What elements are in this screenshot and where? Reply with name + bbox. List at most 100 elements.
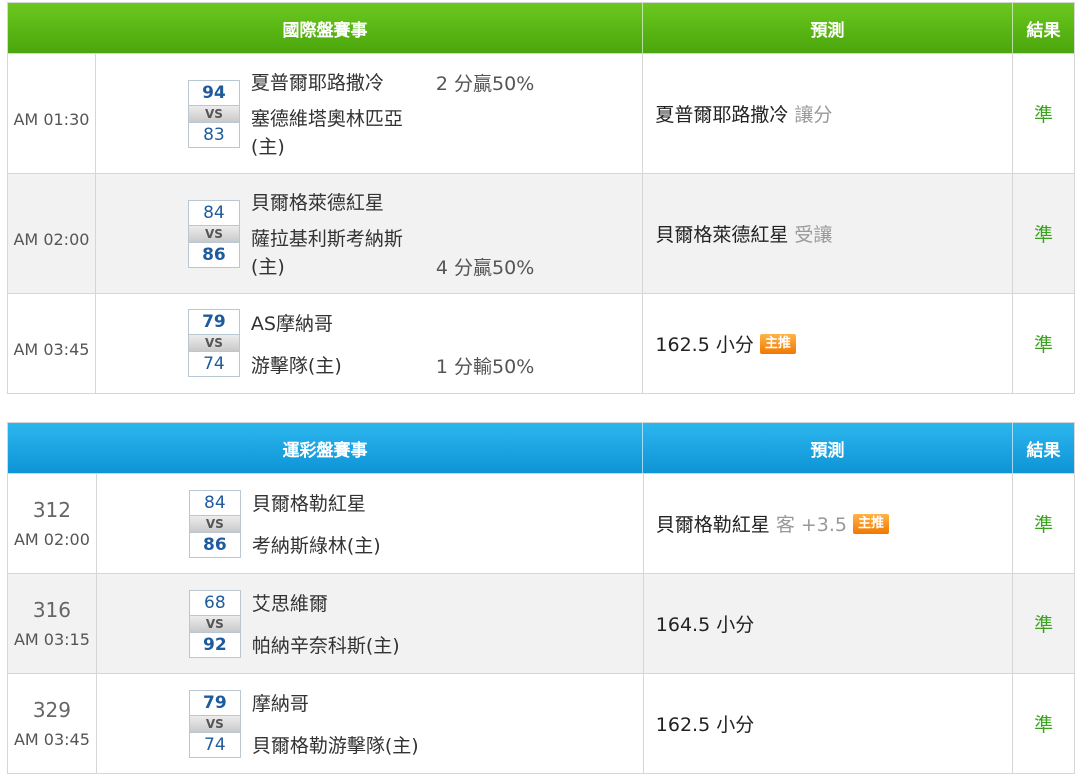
featured-pick-badge: 主推 (853, 513, 890, 534)
game-time: AM 02:00 (13, 230, 90, 249)
table-row: 312 AM 02:00 84 VS 86 貝爾格勒紅星 考納斯綠林(主) 貝爾… (8, 473, 1074, 573)
scoreboard: 84 VS 86 (187, 200, 240, 268)
handicap-result: 2 分贏50% (435, 73, 535, 95)
result-cell: 準 (1034, 614, 1054, 636)
international-games-table: 國際盤賽事 預測 結果 AM 01:30 94 VS 83 夏普爾耶路撒冷 塞德… (7, 2, 1075, 394)
score-home: 74 (187, 351, 240, 377)
match-cell: 94 VS 83 夏普爾耶路撒冷 塞德維塔奧林匹亞 (主) 2 分贏50% (96, 54, 644, 173)
table-header: 運彩盤賽事 預測 結果 (8, 423, 1074, 473)
team-home[interactable]: 貝爾格勒游擊隊(主) (252, 732, 419, 760)
prediction-text: 164.5 小分 (655, 614, 755, 636)
header-game: 運彩盤賽事 (8, 423, 643, 473)
team-home[interactable]: 薩拉基利斯考納斯 (251, 225, 403, 253)
match-cell: 79 VS 74 AS摩納哥 游擊隊(主) 1 分輸50% (96, 294, 644, 393)
table-row: AM 02:00 84 VS 86 貝爾格萊德紅星 薩拉基利斯考納斯 (主) 4… (8, 173, 1074, 293)
game-code: 316 (32, 598, 71, 622)
time-cell: 316 AM 03:15 (8, 574, 97, 673)
vs-label: VS (188, 616, 241, 632)
score-away: 84 (187, 200, 240, 226)
match-cell: 79 VS 74 摩納哥 貝爾格勒游擊隊(主) (97, 674, 644, 773)
header-game: 國際盤賽事 (8, 3, 643, 53)
team-away[interactable]: 貝爾格萊德紅星 (251, 189, 384, 217)
prediction-text: 夏普爾耶路撒冷 (655, 104, 789, 126)
game-time: AM 01:30 (13, 110, 90, 129)
table-row: AM 01:30 94 VS 83 夏普爾耶路撒冷 塞德維塔奧林匹亞 (主) 2… (8, 53, 1074, 173)
header-result: 結果 (1026, 440, 1061, 461)
team-home[interactable]: 塞德維塔奧林匹亞 (251, 105, 403, 133)
vs-label: VS (188, 716, 241, 732)
prediction-cell: 162.5 小分 (644, 674, 1014, 773)
prediction-note: 讓分 (794, 104, 833, 126)
game-time: AM 03:45 (13, 340, 90, 359)
match-cell: 68 VS 92 艾思維爾 帕納辛奈科斯(主) (97, 574, 644, 673)
table-row: 329 AM 03:45 79 VS 74 摩納哥 貝爾格勒游擊隊(主) 162… (8, 673, 1074, 773)
team-home[interactable]: 考納斯綠林(主) (252, 532, 381, 560)
team-away[interactable]: 摩納哥 (252, 690, 309, 718)
team-away[interactable]: 貝爾格勒紅星 (252, 490, 366, 518)
team-home[interactable]: 游擊隊(主) (251, 352, 342, 380)
time-cell: AM 03:45 (8, 294, 96, 393)
table-row: 316 AM 03:15 68 VS 92 艾思維爾 帕納辛奈科斯(主) 164… (8, 573, 1074, 673)
prediction-cell: 貝爾格勒紅星 客 +3.5 主推 (644, 474, 1014, 573)
prediction-cell: 夏普爾耶路撒冷 讓分 (643, 54, 1014, 173)
team-home-note: (主) (250, 136, 285, 158)
score-away: 68 (188, 590, 241, 616)
table-row: AM 03:45 79 VS 74 AS摩納哥 游擊隊(主) 1 分輸50% 1… (8, 293, 1074, 393)
score-away: 79 (188, 690, 241, 716)
team-home[interactable]: 帕納辛奈科斯(主) (252, 632, 400, 660)
scoreboard: 68 VS 92 (188, 590, 241, 658)
vs-label: VS (187, 106, 240, 122)
game-time: AM 03:15 (13, 630, 90, 649)
featured-pick-badge: 主推 (759, 333, 796, 354)
prediction-cell: 162.5 小分 主推 (643, 294, 1014, 393)
game-code: 312 (32, 498, 71, 522)
match-cell: 84 VS 86 貝爾格勒紅星 考納斯綠林(主) (97, 474, 644, 573)
score-home: 74 (188, 732, 241, 758)
score-away: 84 (188, 490, 241, 516)
match-cell: 84 VS 86 貝爾格萊德紅星 薩拉基利斯考納斯 (主) 4 分贏50% (96, 174, 644, 293)
result-cell: 準 (1034, 514, 1054, 536)
table-header: 國際盤賽事 預測 結果 (8, 3, 1074, 53)
game-time: AM 02:00 (13, 530, 90, 549)
scoreboard: 84 VS 86 (188, 490, 241, 558)
prediction-cell: 貝爾格萊德紅星 受讓 (643, 174, 1014, 293)
time-cell: 329 AM 03:45 (8, 674, 97, 773)
team-away[interactable]: 夏普爾耶路撒冷 (251, 69, 384, 97)
team-away[interactable]: 艾思維爾 (252, 590, 328, 618)
score-home: 92 (188, 632, 241, 658)
scoreboard: 79 VS 74 (188, 690, 241, 758)
handicap-result: 1 分輸50% (435, 356, 535, 378)
prediction-note: 受讓 (794, 224, 833, 246)
vs-label: VS (187, 335, 240, 351)
score-away: 94 (187, 80, 240, 106)
prediction-text: 貝爾格勒紅星 (655, 514, 770, 536)
time-cell: AM 02:00 (8, 174, 96, 293)
time-cell: 312 AM 02:00 (8, 474, 97, 573)
score-home: 86 (187, 242, 240, 268)
score-away: 79 (187, 309, 240, 335)
game-code: 329 (32, 698, 71, 722)
result-cell: 準 (1034, 104, 1054, 126)
result-cell: 準 (1034, 224, 1054, 246)
prediction-cell: 164.5 小分 (644, 574, 1014, 673)
result-cell: 準 (1034, 714, 1054, 736)
header-result: 結果 (1026, 20, 1061, 41)
scoreboard: 79 VS 74 (187, 309, 240, 377)
prediction-note: 客 +3.5 (775, 514, 847, 536)
team-away[interactable]: AS摩納哥 (251, 310, 333, 338)
sportslottery-games-table: 運彩盤賽事 預測 結果 312 AM 02:00 84 VS 86 貝爾格勒紅星… (7, 422, 1075, 774)
team-home-note: (主) (250, 256, 285, 278)
prediction-text: 162.5 小分 (655, 334, 754, 356)
vs-label: VS (188, 516, 241, 532)
game-time: AM 03:45 (13, 730, 90, 749)
prediction-text: 162.5 小分 (655, 714, 755, 736)
handicap-result: 4 分贏50% (435, 257, 535, 279)
header-prediction: 預測 (643, 423, 1013, 473)
score-home: 86 (188, 532, 241, 558)
score-home: 83 (187, 122, 240, 148)
scoreboard: 94 VS 83 (187, 80, 240, 148)
prediction-text: 貝爾格萊德紅星 (655, 224, 789, 246)
header-prediction: 預測 (643, 3, 1013, 53)
vs-label: VS (187, 226, 240, 242)
result-cell: 準 (1034, 334, 1054, 356)
